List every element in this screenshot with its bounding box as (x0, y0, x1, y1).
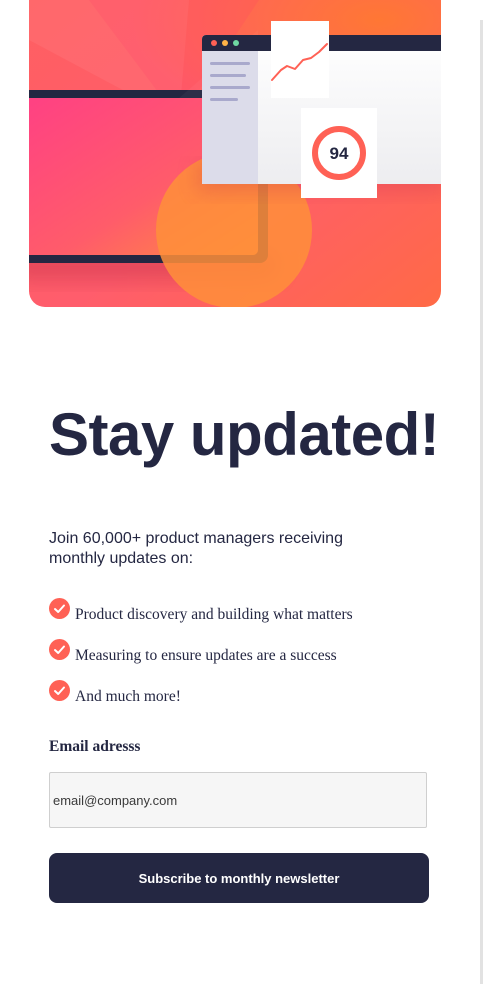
checkmark-icon (49, 639, 70, 660)
feature-item: Measuring to ensure updates are a succes… (49, 639, 353, 680)
hero-illustration: 94 (29, 0, 441, 307)
feature-text: Measuring to ensure updates are a succes… (75, 647, 337, 664)
feature-list: Product discovery and building what matt… (49, 598, 353, 721)
score-text: 94 (330, 144, 349, 163)
intro-text: Join 60,000+ product managers receiving … (49, 530, 343, 567)
checkmark-icon (49, 598, 70, 619)
subscribe-button[interactable]: Subscribe to monthly newsletter (49, 853, 429, 903)
email-field[interactable] (49, 772, 427, 828)
feature-item: And much more! (49, 680, 353, 721)
feature-item: Product discovery and building what matt… (49, 598, 353, 639)
checkmark-icon (49, 680, 70, 701)
page-title: Stay updated! (49, 401, 440, 468)
email-label: Email adresss (49, 738, 141, 755)
feature-text: And much more! (75, 688, 181, 705)
feature-text: Product discovery and building what matt… (75, 606, 353, 623)
